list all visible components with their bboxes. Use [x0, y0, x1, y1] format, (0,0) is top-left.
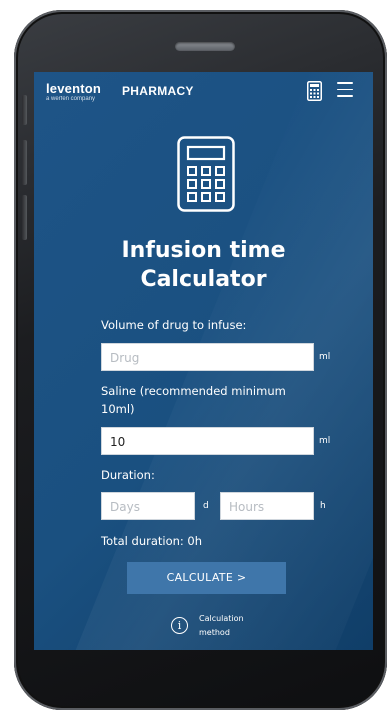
phone-side-button — [22, 95, 27, 125]
header-bar: leventon a werfen company PHARMACY — [34, 72, 373, 112]
brand-name: leventon — [46, 81, 102, 96]
calculate-button[interactable]: CALCULATE > — [127, 562, 286, 594]
saline-label-line1: Saline (recommended minimum — [101, 384, 286, 398]
section-title: PHARMACY — [122, 84, 194, 98]
page-title-line2: Calculator — [140, 267, 267, 292]
phone-side-button — [22, 140, 27, 185]
calculator-icon[interactable] — [307, 81, 322, 101]
brand-subtitle: a werfen company — [46, 96, 96, 102]
phone-speaker — [175, 42, 235, 51]
calculation-method-link[interactable]: Calculation method — [199, 612, 269, 640]
saline-label-line2: 10ml) — [101, 402, 135, 416]
info-icon[interactable]: i — [171, 617, 188, 634]
page-title-line1: Infusion time — [121, 238, 286, 263]
days-unit: d — [203, 501, 209, 511]
method-line2: method — [199, 628, 230, 637]
total-duration: Total duration: 0h — [101, 534, 203, 548]
phone-side-button — [22, 195, 27, 240]
saline-input[interactable]: 10 — [101, 427, 314, 455]
volume-unit: ml — [319, 352, 331, 362]
volume-label: Volume of drug to infuse: — [101, 318, 247, 332]
days-input[interactable]: Days — [101, 492, 195, 520]
hamburger-menu-icon[interactable] — [337, 82, 353, 98]
hours-unit: h — [320, 501, 326, 511]
calculator-icon — [177, 136, 235, 212]
hours-input[interactable]: Hours — [220, 492, 314, 520]
drug-volume-input[interactable]: Drug — [101, 343, 314, 371]
duration-label: Duration: — [101, 468, 155, 482]
saline-unit: ml — [319, 436, 331, 446]
app-screen: leventon a werfen company PHARMACY Infus… — [34, 72, 373, 650]
brand-logo[interactable]: leventon a werfen company — [46, 82, 101, 103]
method-line1: Calculation — [199, 614, 244, 623]
